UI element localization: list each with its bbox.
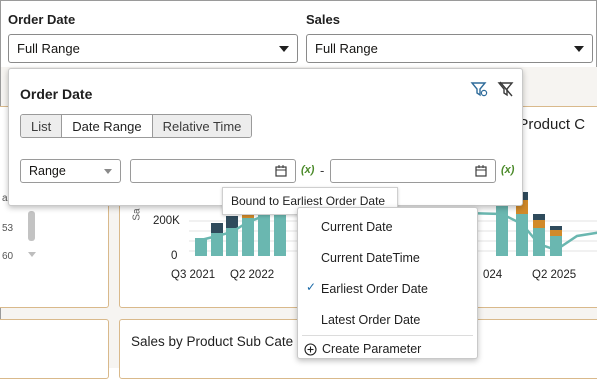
chart-bar — [516, 214, 528, 256]
order-date-filter-value: Full Range — [17, 41, 80, 56]
scroll-down-icon[interactable] — [28, 252, 36, 257]
order-date-filter-label: Order Date — [8, 12, 76, 27]
chart-bar — [533, 220, 545, 228]
left-cell-2: 53 — [2, 223, 14, 234]
checkmark-icon: ✓ — [306, 280, 317, 294]
calendar-icon[interactable] — [275, 165, 287, 177]
parameter-menu: Current Date Current DateTime ✓ Earliest… — [297, 207, 478, 359]
create-parameter-label: Create Parameter — [322, 342, 422, 356]
chart-bar — [195, 238, 207, 256]
order-date-filter-dropdown[interactable]: Full Range — [8, 34, 298, 63]
chart-bar — [226, 216, 238, 228]
filter-mode-tabs: List Date Range Relative Time — [20, 114, 253, 138]
chart-bar — [496, 202, 508, 256]
menu-item-label: Earliest Order Date — [321, 281, 428, 296]
chart-bar — [533, 214, 545, 220]
range-select[interactable]: Range — [20, 159, 121, 183]
tab-date-range[interactable]: Date Range — [62, 115, 153, 137]
calendar-icon[interactable] — [475, 165, 487, 177]
sub-category-card-title: Sales by Product Sub Cate — [131, 334, 294, 349]
menu-item-label: Current Date — [321, 219, 393, 234]
x-tick-q2-2025: Q2 2025 — [532, 269, 577, 281]
sales-filter-dropdown[interactable]: Full Range — [306, 34, 593, 63]
menu-item-label: Latest Order Date — [321, 312, 421, 327]
scrollbar-thumb[interactable] — [28, 211, 35, 241]
y-tick-200k: 200K — [153, 215, 180, 227]
order-date-filter-popup: Order Date List Date Range Relative Time… — [8, 68, 523, 206]
menu-item-earliest-order-date[interactable]: ✓ Earliest Order Date — [298, 273, 477, 304]
start-expression-button[interactable]: (x) — [301, 164, 314, 176]
plus-circle-icon — [304, 342, 317, 356]
chart-bar — [550, 230, 562, 236]
end-date-input[interactable] — [330, 159, 496, 183]
chevron-down-icon — [104, 168, 112, 174]
filter-settings-icon[interactable] — [470, 80, 488, 98]
end-expression-button[interactable]: (x) — [501, 164, 514, 176]
chart-bar — [211, 223, 223, 233]
menu-item-current-date[interactable]: Current Date — [298, 211, 477, 242]
menu-item-latest-order-date[interactable]: Latest Order Date — [298, 304, 477, 335]
left-cell-3: 60 — [2, 251, 14, 262]
chart-bar — [533, 228, 545, 256]
y-axis-label: Sa — [131, 208, 143, 221]
range-select-value: Range — [29, 164, 66, 178]
clear-filter-icon[interactable] — [497, 80, 515, 98]
chevron-down-icon — [279, 45, 289, 52]
range-separator: - — [320, 163, 325, 178]
menu-item-current-datetime[interactable]: Current DateTime — [298, 242, 477, 273]
start-date-input[interactable] — [130, 159, 296, 183]
y-tick-0: 0 — [171, 250, 178, 262]
sales-filter-value: Full Range — [315, 41, 378, 56]
x-tick-q2-2022: Q2 2022 — [230, 269, 275, 281]
x-tick-q3-2021: Q3 2021 — [171, 269, 216, 281]
chevron-down-icon — [574, 45, 584, 52]
chart-bar — [550, 226, 562, 230]
x-tick-2024: 024 — [483, 269, 503, 281]
create-parameter-item[interactable]: Create Parameter — [298, 336, 477, 362]
sales-filter-label: Sales — [306, 12, 340, 27]
menu-item-label: Current DateTime — [321, 250, 420, 265]
tab-relative-time[interactable]: Relative Time — [152, 115, 252, 137]
tab-list[interactable]: List — [21, 115, 63, 137]
bottom-left-card — [0, 319, 109, 379]
popup-title: Order Date — [20, 86, 93, 102]
